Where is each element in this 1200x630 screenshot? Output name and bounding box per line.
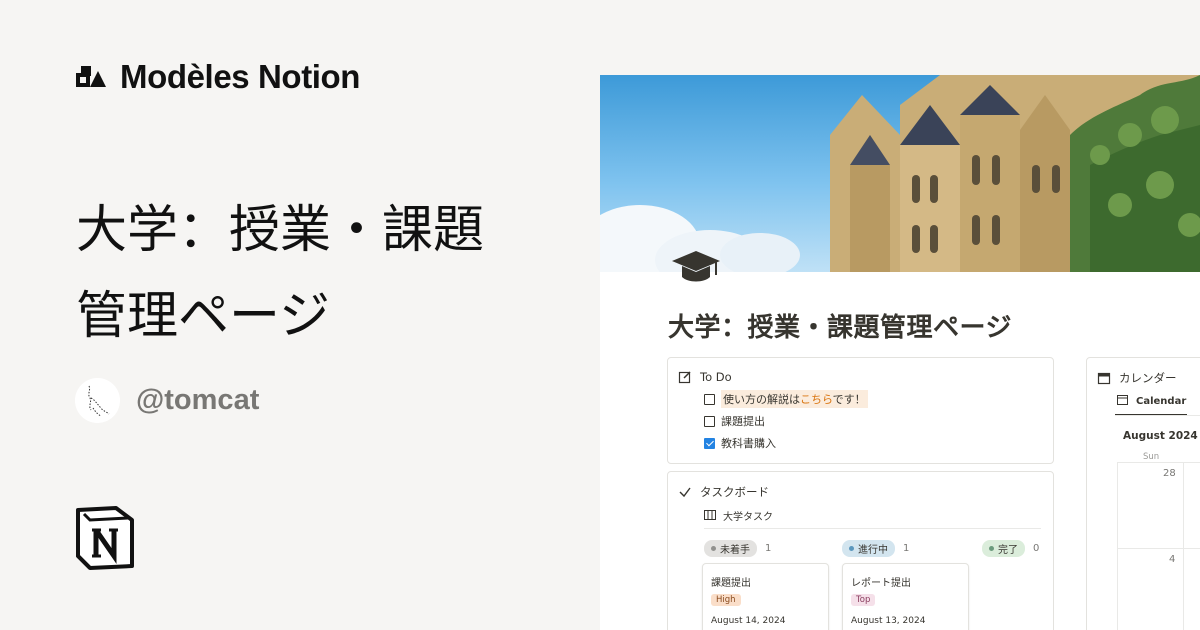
edit-icon [678,370,692,384]
todo-item-text: 課題提出 [721,415,765,428]
todo-heading-label: To Do [700,370,732,384]
notion-page-preview: 大学：授業・課題管理ページ To Do 使い方の解説はこちらです！ 課題提出 教… [600,75,1200,630]
divider [1183,462,1184,630]
calendar-weekday: Sun [1143,452,1160,462]
checkbox-checked[interactable] [704,437,715,449]
board-view-icon [704,509,718,523]
hero-title: 大学：授業・課題 管理ページ [76,188,576,360]
graduation-cap-icon [668,247,724,291]
todo-item-text: 使い方の解説はこちらです！ [721,390,868,408]
todo-item[interactable]: 教科書購入 [704,435,776,451]
calendar-heading-label: カレンダー [1119,371,1177,385]
divider [1117,462,1118,630]
calendar-day[interactable]: 28 [1163,468,1176,479]
calendar-icon [1097,371,1111,385]
todo-text-link[interactable]: こちら [800,393,833,406]
checkbox[interactable] [704,393,715,405]
status-badge: 未着手 [704,540,757,557]
author[interactable]: @tomcat [75,378,259,423]
checkbox[interactable] [704,415,715,427]
brand-name: Modèles Notion [120,58,361,95]
board-column-header: 進行中 1 [842,540,909,557]
tab-board-view[interactable]: 大学タスク [704,508,773,523]
board-view-label: 大学タスク [723,512,773,523]
board-column-header: 未着手 1 [704,540,771,557]
board-column-header: 完了 0 [982,540,1039,557]
divider [1117,548,1200,549]
tab-calendar[interactable]: Calendar [1117,394,1186,408]
todo-text-after: です！ [832,393,866,406]
card-date: August 14, 2024 [711,616,786,626]
status-badge: 進行中 [842,540,895,557]
divider [1117,462,1200,463]
priority-tag: High [711,594,741,606]
priority-tag: Top [851,594,876,606]
calendar-block: カレンダー Calendar August 2024 Sun 28 4 [1086,357,1200,630]
taskboard-heading-label: タスクボード [700,485,769,499]
divider [1115,415,1200,416]
todo-heading: To Do [678,370,732,384]
todo-item[interactable]: 使い方の解説はこちらです！ [704,390,868,408]
calendar-view-label: Calendar [1136,395,1187,407]
task-card[interactable]: 課題提出 High August 14, 2024 [702,563,829,630]
calendar-heading: カレンダー [1097,370,1177,386]
todo-block: To Do 使い方の解説はこちらです！ 課題提出 教科書購入 [667,357,1054,464]
calendar-month: August 2024 [1123,430,1198,442]
status-badge: 完了 [982,540,1025,557]
taskboard-block: タスクボード 大学タスク 未着手 1 進行中 1 完了 0 課題提出 High … [667,471,1054,630]
cover-image [600,75,1200,272]
page-title: 大学：授業・課題管理ページ [668,313,1012,343]
notion-logo-icon [74,506,136,570]
hero-title-line-2: 管理ページ [76,287,330,346]
modeles-notion-logo-icon [76,63,108,91]
author-handle[interactable]: @tomcat [136,384,259,417]
brand: Modèles Notion [76,57,360,97]
calendar-day[interactable]: 4 [1169,554,1175,565]
divider [704,528,1041,529]
task-card[interactable]: レポート提出 Top August 13, 2024 [842,563,969,630]
check-icon [678,485,692,499]
card-title: 課題提出 [711,578,751,589]
column-count: 1 [765,543,772,554]
column-count: 1 [903,543,910,554]
column-count: 0 [1033,543,1040,554]
calendar-view-icon [1117,394,1131,408]
todo-text-before: 使い方の解説は [723,393,800,406]
avatar [75,378,120,423]
card-title: レポート提出 [851,578,911,589]
todo-item[interactable]: 課題提出 [704,413,765,429]
todo-item-text: 教科書購入 [721,437,776,450]
hero-title-line-1: 大学：授業・課題 [76,201,485,260]
card-date: August 13, 2024 [851,616,926,626]
taskboard-heading: タスクボード [678,484,769,500]
